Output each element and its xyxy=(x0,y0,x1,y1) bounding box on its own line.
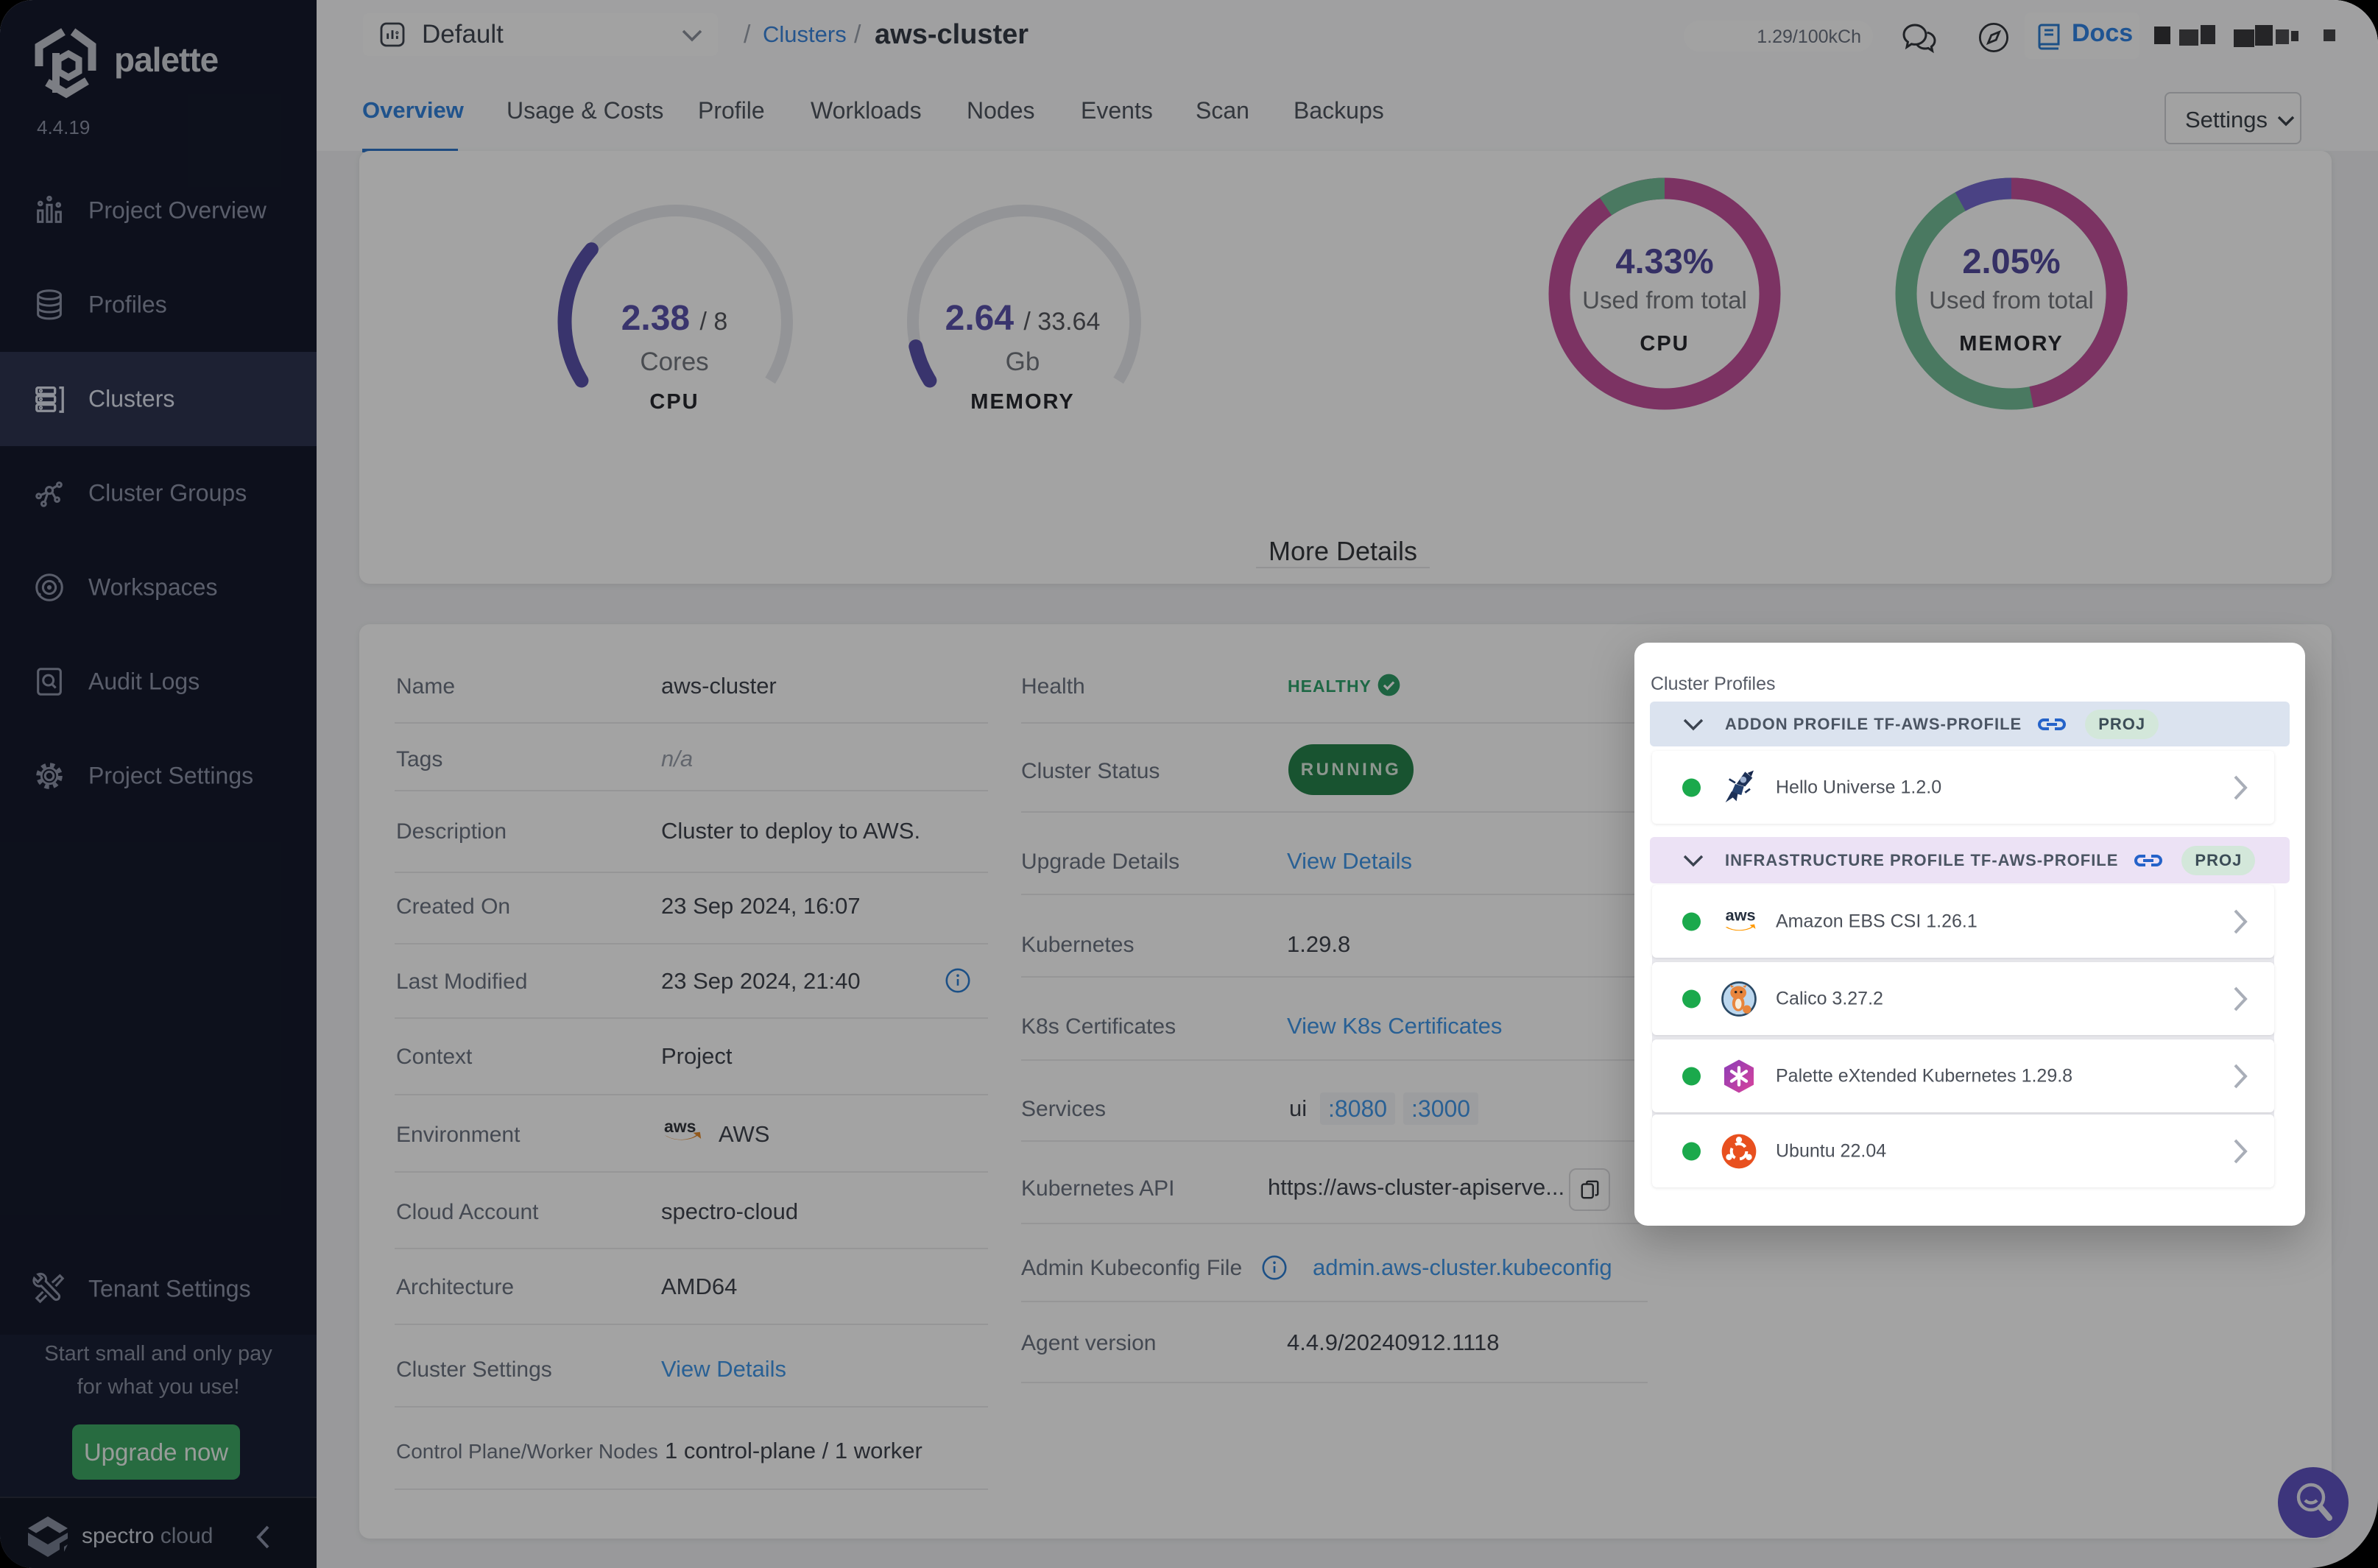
svg-text:aws: aws xyxy=(1726,905,1756,924)
